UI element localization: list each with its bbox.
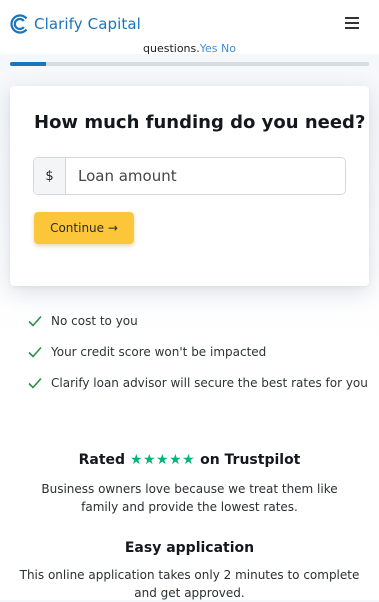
benefit-item: Clarify loan advisor will secure the bes… xyxy=(28,367,368,398)
progress-bar xyxy=(10,62,369,66)
easy-application-description: This online application takes only 2 min… xyxy=(19,568,360,600)
progress-bar-fill xyxy=(10,62,46,66)
form-title: How much funding do you need? xyxy=(34,112,366,133)
funding-form-card: How much funding do you need? $ Continue… xyxy=(10,86,369,286)
brand-name: Clarify Capital xyxy=(34,15,141,33)
hamburger-menu-icon[interactable] xyxy=(345,17,359,29)
benefit-text: Clarify loan advisor will secure the bes… xyxy=(51,375,368,390)
benefits-list: No cost to you Your credit score won't b… xyxy=(28,305,368,398)
benefit-item: Your credit score won't be impacted xyxy=(28,336,368,367)
star-rating-icon: ★★★★★ xyxy=(129,452,196,468)
previous-question-snippet: questions.Yes No xyxy=(143,42,236,55)
brand-logo[interactable]: Clarify Capital xyxy=(10,14,141,34)
easy-application-title: Easy application xyxy=(124,540,255,556)
yes-link[interactable]: Yes xyxy=(200,42,218,55)
loan-amount-input[interactable] xyxy=(66,158,345,194)
benefit-text: No cost to you xyxy=(51,313,138,328)
benefit-item: No cost to you xyxy=(28,305,368,336)
loan-amount-group: $ xyxy=(33,157,346,195)
continue-button[interactable]: Continue → xyxy=(34,212,134,244)
rated-suffix: on Trustpilot xyxy=(200,452,301,468)
check-icon xyxy=(28,315,42,327)
check-icon xyxy=(28,377,42,389)
site-header: Clarify Capital questions.Yes No xyxy=(0,0,379,66)
clarify-logo-icon xyxy=(10,14,28,34)
currency-addon: $ xyxy=(34,158,66,194)
rated-prefix: Rated xyxy=(78,452,126,468)
previous-question-text: questions. xyxy=(143,42,200,55)
trustpilot-rating: Rated ★★★★★ on Trustpilot xyxy=(0,452,379,468)
trustpilot-description: Business owners love because we treat th… xyxy=(41,482,338,514)
check-icon xyxy=(28,346,42,358)
no-link[interactable]: No xyxy=(221,42,236,55)
benefit-text: Your credit score won't be impacted xyxy=(51,344,267,359)
